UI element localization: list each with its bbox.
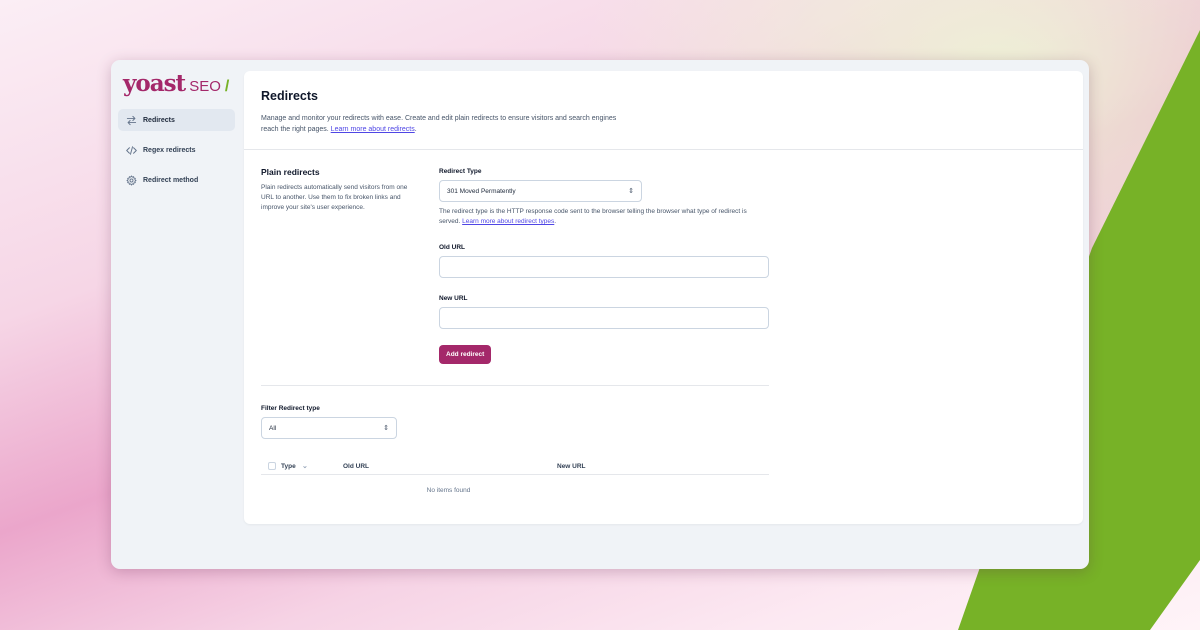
page-description-text: Manage and monitor your redirects with e… [261,115,617,133]
sidebar-nav: Redirects Regex redirects Redirect metho… [118,109,235,199]
old-url-label: Old URL [439,244,465,251]
sidebar-item-regex-redirects[interactable]: Regex redirects [118,139,235,161]
gear-icon [125,174,137,186]
table-header: Type ⌄ Old URL New URL [261,458,769,475]
filter-label: Filter Redirect type [261,405,320,412]
new-url-input[interactable] [439,307,769,329]
section-description: Plain redirects automatically send visit… [261,184,408,211]
section-title: Plain redirects [261,167,320,177]
filter-type-select[interactable]: All ⇕ [261,417,397,439]
learn-more-redirects-link[interactable]: Learn more about redirects [331,126,415,133]
logo-slash: / [224,78,230,95]
sidebar-item-redirects[interactable]: Redirects [118,109,235,131]
column-header-new-url: New URL [557,462,586,470]
logo-wordmark: yoast [123,70,186,97]
app-window: yoast SEO / Redirects Regex redirects Re… [111,60,1089,569]
column-header-old-url: Old URL [343,462,369,470]
select-chevrons-icon: ⇕ [383,424,389,432]
page-header: Redirects Manage and monitor your redire… [244,71,1083,150]
add-redirect-button[interactable]: Add redirect [439,345,492,364]
filter-type-value: All [269,424,277,432]
filter-section: Filter Redirect type All ⇕ [261,405,397,439]
old-url-input[interactable] [439,256,769,278]
sidebar-item-redirect-method[interactable]: Redirect method [118,169,235,191]
yoast-seo-logo: yoast SEO / [123,70,229,97]
select-all-checkbox[interactable] [268,462,276,470]
sidebar-item-label: Regex redirects [143,146,196,154]
redirect-type-value: 301 Moved Permatently [447,187,516,195]
chevron-down-icon[interactable]: ⌄ [302,462,343,470]
add-redirect-form: Redirect Type 301 Moved Permatently ⇕ Th… [439,167,769,364]
new-url-label: New URL [439,295,468,302]
select-chevrons-icon: ⇕ [628,187,634,195]
page-description: Manage and monitor your redirects with e… [261,115,617,133]
table-empty-state: No items found [426,487,471,494]
main-panel: Redirects Manage and monitor your redire… [244,71,1083,524]
arrows-right-left-icon [125,115,137,126]
redirect-type-help: The redirect type is the HTTP response c… [439,208,747,225]
plain-redirects-intro: Plain redirects Plain redirects automati… [261,167,421,213]
section-divider [261,385,769,386]
redirect-type-select[interactable]: 301 Moved Permatently ⇕ [439,180,642,202]
sidebar-item-label: Redirect method [143,176,199,184]
code-icon [125,145,137,156]
sidebar-item-label: Redirects [143,116,175,124]
redirects-table: Type ⌄ Old URL New URL No items found [261,458,769,494]
page-title: Redirects [261,89,318,103]
logo-product: SEO [189,78,221,95]
learn-more-redirect-types-link[interactable]: Learn more about redirect types [462,218,554,225]
column-header-type[interactable]: Type [281,463,302,470]
redirect-type-label: Redirect Type [439,168,482,175]
